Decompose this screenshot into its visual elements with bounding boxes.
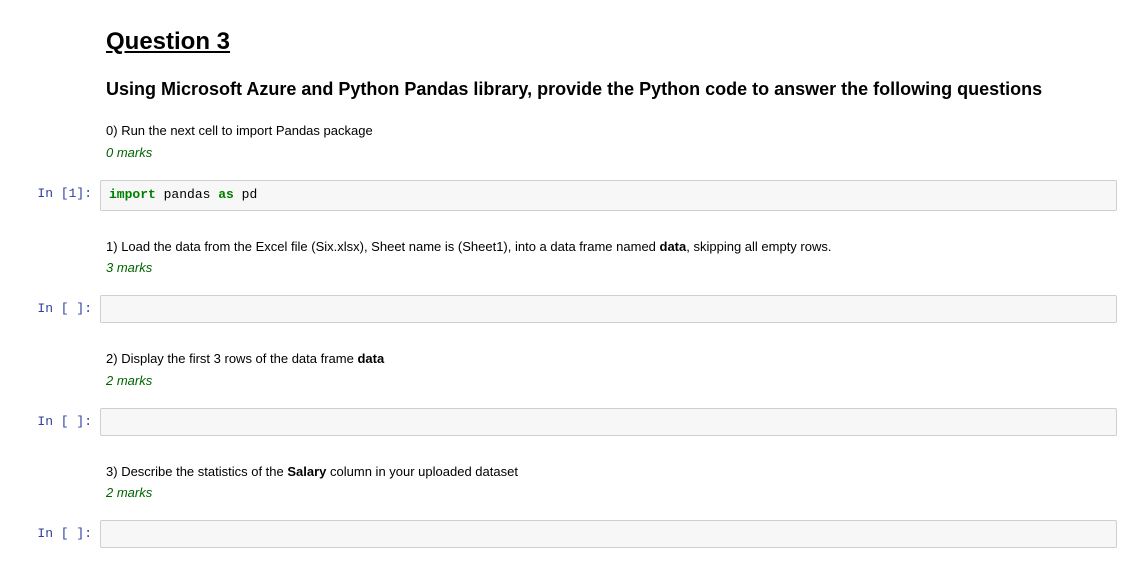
markdown-cell-q2: 2) Display the first 3 rows of the data … (0, 341, 1137, 396)
markdown-cell-q1: 1) Load the data from the Excel file (Si… (0, 229, 1137, 284)
code-input[interactable]: import pandas as pd (100, 180, 1117, 211)
code-cell-2: In [ ]: (0, 291, 1137, 327)
code-cell-1: In [1]: import pandas as pd (0, 176, 1137, 215)
cell-prompt-empty (0, 233, 100, 239)
cell-prompt: In [ ]: (0, 295, 100, 317)
cell-prompt: In [ ]: (0, 520, 100, 542)
question-1-marks: 3 marks (106, 260, 1111, 275)
cell-prompt-empty (0, 345, 100, 351)
code-input[interactable] (100, 520, 1117, 548)
code-cell-3: In [ ]: (0, 404, 1137, 440)
question-1-text: 1) Load the data from the Excel file (Si… (106, 237, 1111, 257)
code-input[interactable] (100, 408, 1117, 436)
code-input[interactable] (100, 295, 1117, 323)
question-3-marks: 2 marks (106, 485, 1111, 500)
markdown-cell-header: Question 3 Using Microsoft Azure and Pyt… (0, 20, 1137, 168)
code-cell-4: In [ ]: (0, 516, 1137, 552)
question-subtitle: Using Microsoft Azure and Python Pandas … (106, 78, 1111, 101)
cell-prompt: In [1]: (0, 180, 100, 202)
markdown-cell-q3: 3) Describe the statistics of the Salary… (0, 454, 1137, 509)
cell-prompt: In [ ]: (0, 408, 100, 430)
question-2-marks: 2 marks (106, 373, 1111, 388)
question-title: Question 3 (106, 28, 1111, 56)
question-2-text: 2) Display the first 3 rows of the data … (106, 349, 1111, 369)
question-0-marks: 0 marks (106, 145, 1111, 160)
question-3-text: 3) Describe the statistics of the Salary… (106, 462, 1111, 482)
question-0-text: 0) Run the next cell to import Pandas pa… (106, 121, 1111, 141)
cell-prompt-empty (0, 24, 100, 30)
cell-prompt-empty (0, 458, 100, 464)
